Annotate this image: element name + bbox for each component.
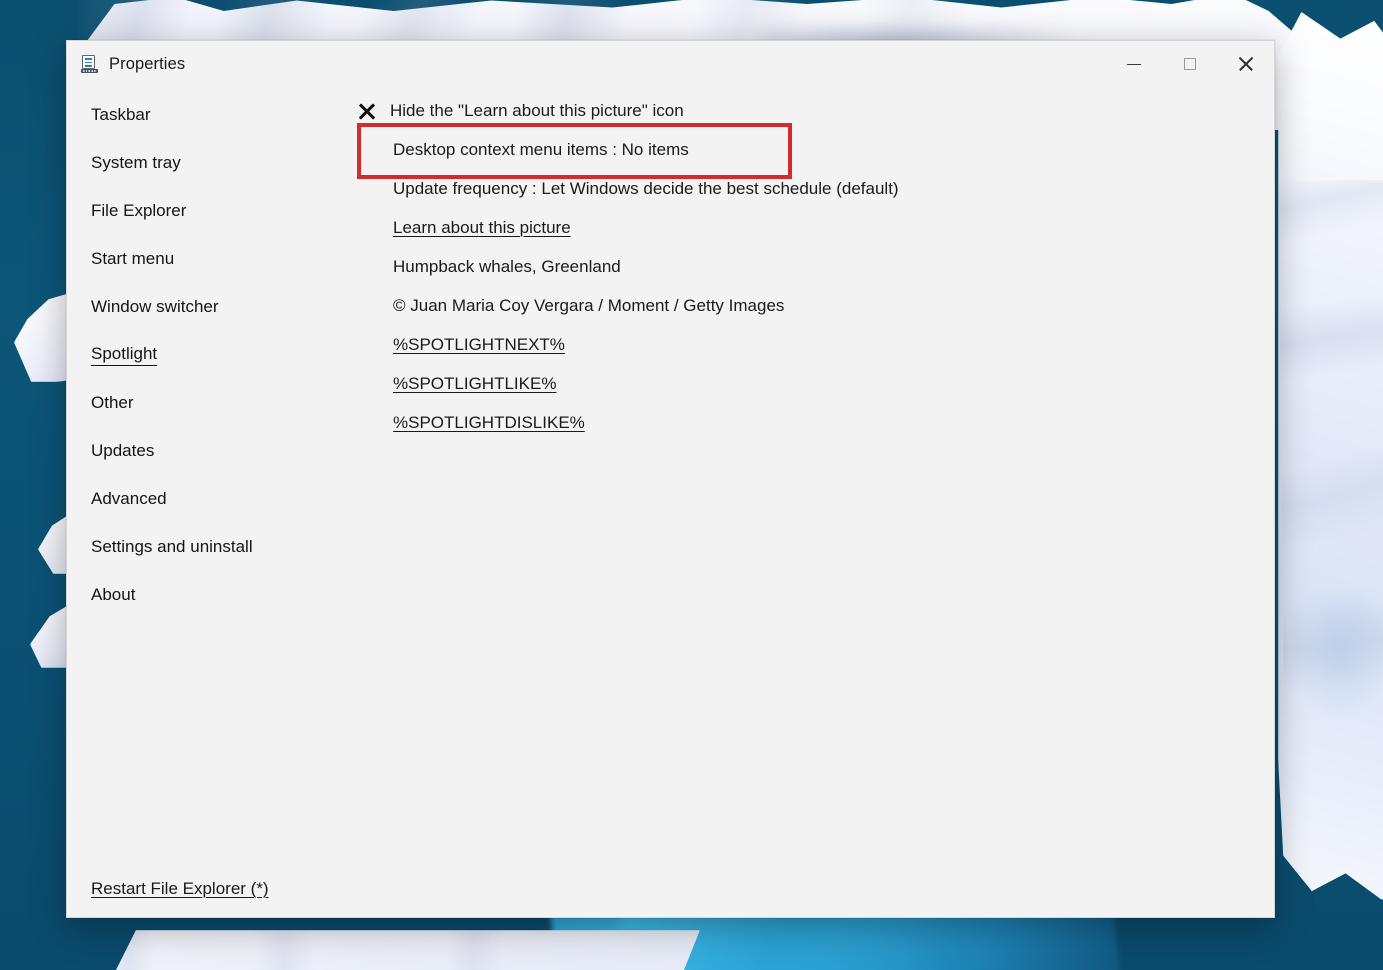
link-spotlight-next[interactable]: %SPOTLIGHTNEXT% <box>393 335 565 355</box>
label-hide-learn-icon: Hide the "Learn about this picture" icon <box>390 101 684 121</box>
sidebar-item-label: Window switcher <box>91 297 219 317</box>
maximize-button[interactable] <box>1162 41 1218 87</box>
desktop-background: Properties Taskbar System tray File Explor… <box>0 0 1383 970</box>
sidebar-item-label: Other <box>91 393 134 413</box>
setting-row-spotlight-next[interactable]: %SPOTLIGHTNEXT% <box>357 325 1274 364</box>
x-mark-icon <box>358 102 376 120</box>
sidebar-item-label: Taskbar <box>91 105 151 125</box>
setting-row-spotlight-like[interactable]: %SPOTLIGHTLIKE% <box>357 364 1274 403</box>
sidebar-item-updates[interactable]: Updates <box>67 427 357 475</box>
properties-list-icon <box>81 55 99 73</box>
sidebar-item-label: Start menu <box>91 249 174 269</box>
sidebar-item-label: Settings and uninstall <box>91 537 253 557</box>
link-spotlight-like[interactable]: %SPOTLIGHTLIKE% <box>393 374 556 394</box>
close-button[interactable] <box>1218 41 1274 87</box>
sidebar-item-about[interactable]: About <box>67 571 357 619</box>
sidebar-item-label: File Explorer <box>91 201 186 221</box>
link-spotlight-dislike[interactable]: %SPOTLIGHTDISLIKE% <box>393 413 585 433</box>
sidebar-item-taskbar[interactable]: Taskbar <box>67 91 357 139</box>
setting-row-picture-credit[interactable]: © Juan Maria Coy Vergara / Moment / Gett… <box>357 286 1274 325</box>
setting-row-spotlight-dislike[interactable]: %SPOTLIGHTDISLIKE% <box>357 403 1274 442</box>
sidebar-item-other[interactable]: Other <box>67 379 357 427</box>
properties-window: Properties Taskbar System tray File Explor… <box>66 40 1275 918</box>
sidebar-item-start-menu[interactable]: Start menu <box>67 235 357 283</box>
setting-row-hide-learn-icon[interactable]: Hide the "Learn about this picture" icon <box>357 91 1274 130</box>
sidebar-item-label: About <box>91 585 135 605</box>
titlebar-left-group: Properties <box>67 55 185 74</box>
sidebar-item-settings-and-uninstall[interactable]: Settings and uninstall <box>67 523 357 571</box>
close-icon <box>1237 55 1255 73</box>
setting-row-desktop-context-menu[interactable]: Desktop context menu items : No items <box>357 130 1274 169</box>
sidebar-item-label: Spotlight <box>91 344 157 366</box>
window-body: Taskbar System tray File Explorer Start men… <box>67 87 1274 917</box>
restart-file-explorer-link[interactable]: Restart File Explorer (*) <box>91 879 269 898</box>
sidebar-item-label: Advanced <box>91 489 167 509</box>
settings-row-list: Hide the "Learn about this picture" icon… <box>357 91 1274 442</box>
iceberg-right-highlight <box>1296 590 1383 720</box>
sidebar-item-window-switcher[interactable]: Window switcher <box>67 283 357 331</box>
label-picture-credit: © Juan Maria Coy Vergara / Moment / Gett… <box>393 296 784 316</box>
iceberg-right-texture <box>1278 180 1383 880</box>
sidebar-navigation: Taskbar System tray File Explorer Start men… <box>67 87 357 917</box>
sidebar-item-spotlight[interactable]: Spotlight <box>67 331 357 379</box>
maximize-icon <box>1184 58 1196 70</box>
sidebar-item-file-explorer[interactable]: File Explorer <box>67 187 357 235</box>
sidebar-item-label: System tray <box>91 153 181 173</box>
iceberg-bottom-texture <box>100 930 700 970</box>
sidebar-item-system-tray[interactable]: System tray <box>67 139 357 187</box>
sidebar-item-label: Updates <box>91 441 154 461</box>
label-update-frequency: Update frequency : Let Windows decide th… <box>393 179 899 199</box>
minimize-button[interactable] <box>1106 41 1162 87</box>
window-controls <box>1106 41 1274 87</box>
label-picture-title: Humpback whales, Greenland <box>393 257 621 277</box>
minimize-icon <box>1127 64 1141 65</box>
setting-row-picture-title[interactable]: Humpback whales, Greenland <box>357 247 1274 286</box>
content-panel: Hide the "Learn about this picture" icon… <box>357 87 1274 917</box>
footer-area: Restart File Explorer (*) <box>91 879 269 899</box>
setting-row-learn-about-picture[interactable]: Learn about this picture <box>357 208 1274 247</box>
sidebar-item-advanced[interactable]: Advanced <box>67 475 357 523</box>
label-desktop-context-menu: Desktop context menu items : No items <box>393 140 689 160</box>
window-title: Properties <box>109 55 185 74</box>
window-titlebar[interactable]: Properties <box>67 41 1274 87</box>
link-learn-about-picture[interactable]: Learn about this picture <box>393 218 571 238</box>
setting-row-update-frequency[interactable]: Update frequency : Let Windows decide th… <box>357 169 1274 208</box>
